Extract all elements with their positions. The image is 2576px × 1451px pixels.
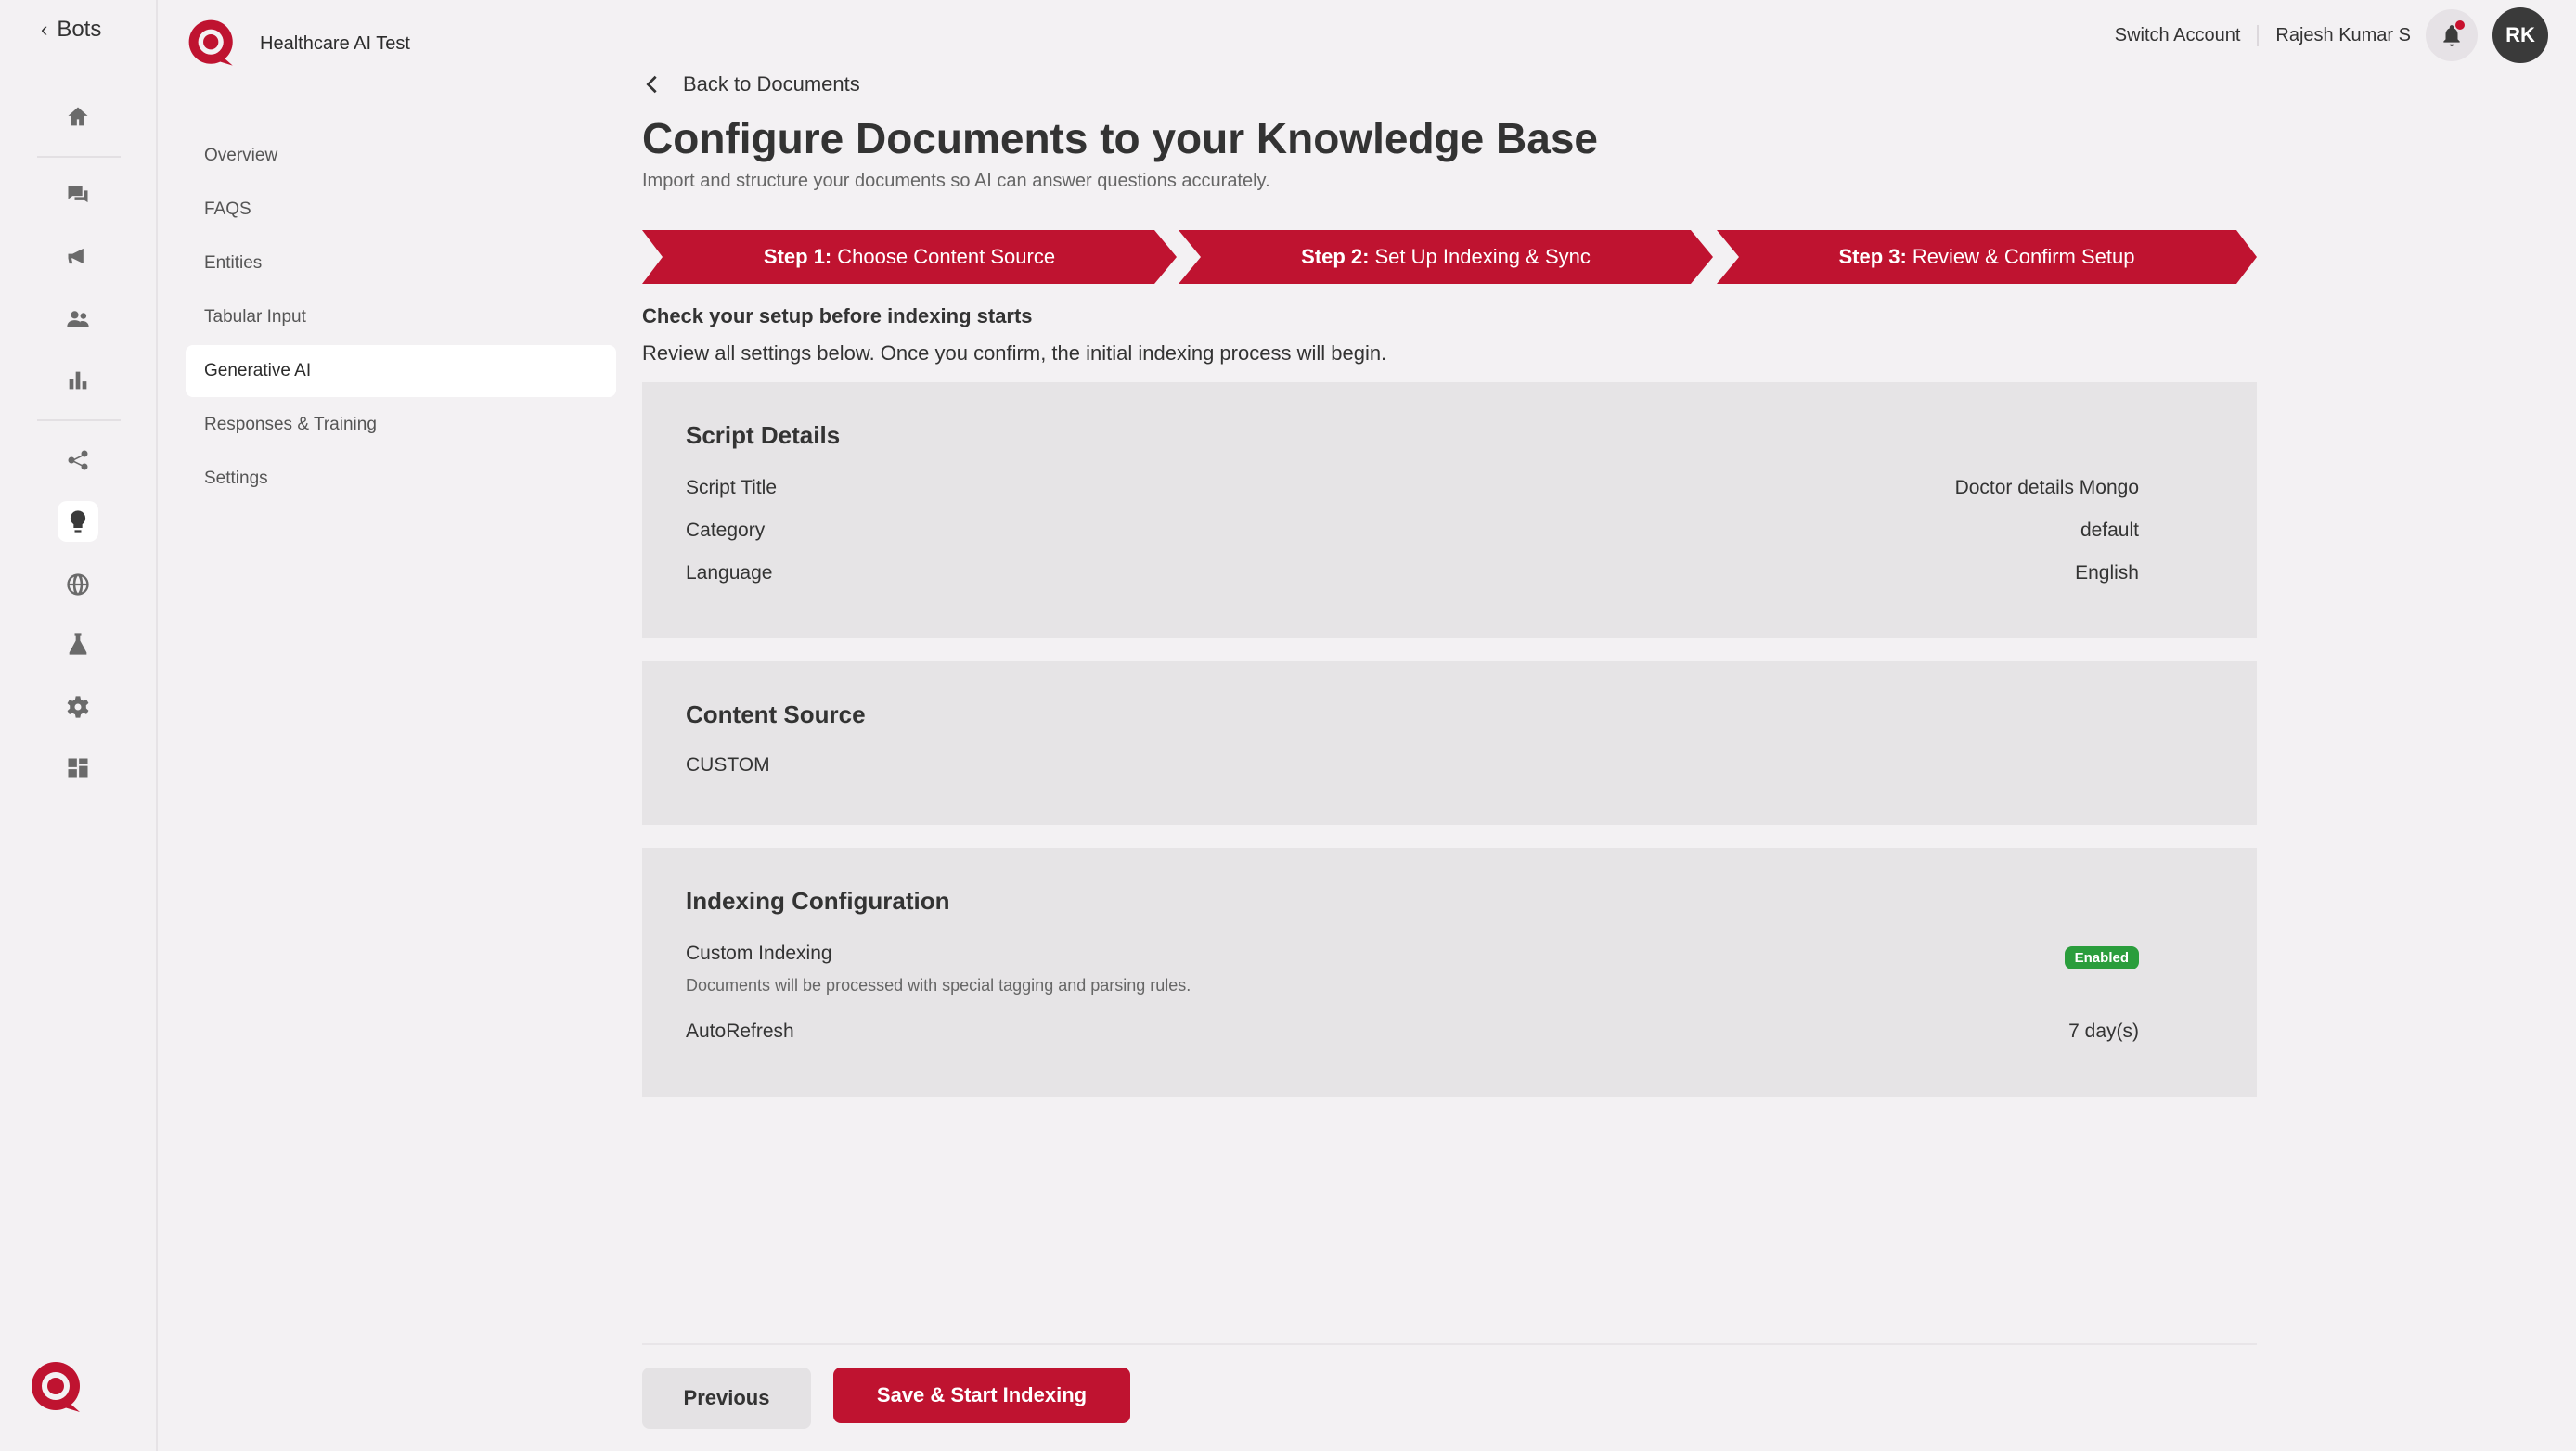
chevron-left-icon <box>646 75 657 94</box>
indexing-config-card: Indexing Configuration Custom Indexing E… <box>642 848 2257 1097</box>
step-2[interactable]: Step 2: Set Up Indexing & Sync <box>1179 230 1713 284</box>
custom-indexing-row: Custom Indexing Enabled <box>686 943 2139 969</box>
step-2-prefix: Step 2: <box>1301 245 1370 268</box>
icon-rail: ‹ Bots <box>0 0 158 1451</box>
subnav-item-settings[interactable]: Settings <box>186 453 616 505</box>
step-1-label: Choose Content Source <box>837 245 1056 268</box>
step-3-prefix: Step 3: <box>1838 245 1907 268</box>
subnav-item-generative-ai[interactable]: Generative AI <box>186 345 616 397</box>
content-source-value: CUSTOM <box>686 754 770 776</box>
detail-label: Script Title <box>686 477 778 498</box>
status-badge: Enabled <box>2064 946 2139 969</box>
subnav-item-faqs[interactable]: FAQS <box>186 184 616 236</box>
subnav-item-overview[interactable]: Overview <box>186 130 616 182</box>
subnav-item-tabular-input[interactable]: Tabular Input <box>186 291 616 343</box>
detail-row: Category default <box>686 520 2139 542</box>
dashboard-icon[interactable] <box>58 748 98 789</box>
notifications-button[interactable] <box>2426 9 2478 61</box>
back-to-documents-label: Back to Documents <box>683 72 860 96</box>
autorefresh-value: 7 day(s) <box>2068 1021 2139 1042</box>
custom-indexing-description: Documents will be processed with special… <box>686 976 1191 995</box>
flask-icon[interactable] <box>58 623 98 664</box>
back-to-bots-label: Bots <box>57 17 102 42</box>
detail-label: Language <box>686 562 773 584</box>
brand-header: Healthcare AI Test <box>186 17 410 71</box>
lightbulb-icon[interactable] <box>58 501 98 542</box>
custom-indexing-label: Custom Indexing <box>686 943 832 964</box>
secondary-nav: Overview FAQS Entities Tabular Input Gen… <box>186 130 616 507</box>
previous-button[interactable]: Previous <box>642 1368 811 1429</box>
megaphone-icon[interactable] <box>58 236 98 276</box>
card-title: Content Source <box>686 700 866 728</box>
subnav-item-responses-training[interactable]: Responses & Training <box>186 399 616 451</box>
detail-value: Doctor details Mongo <box>1954 477 2139 498</box>
detail-value: default <box>2080 520 2139 541</box>
autorefresh-label: AutoRefresh <box>686 1021 794 1042</box>
card-title: Script Details <box>686 421 841 449</box>
gear-icon[interactable] <box>58 687 98 727</box>
switch-account-link[interactable]: Switch Account <box>2115 24 2260 46</box>
flow-icon[interactable] <box>58 440 98 481</box>
detail-value: English <box>2075 562 2139 584</box>
autorefresh-row: AutoRefresh 7 day(s) <box>686 1021 2139 1043</box>
chat-icon[interactable] <box>58 174 98 215</box>
chevron-left-icon: ‹ <box>41 18 48 41</box>
step-1-prefix: Step 1: <box>763 245 832 268</box>
rail-divider <box>37 156 121 158</box>
step-3[interactable]: Step 3: Review & Confirm Setup <box>1717 230 2257 284</box>
review-heading: Check your setup before indexing starts <box>642 304 1033 327</box>
page-title: Configure Documents to your Knowledge Ba… <box>642 114 1598 162</box>
users-icon[interactable] <box>58 299 98 340</box>
step-1[interactable]: Step 1: Choose Content Source <box>642 230 1177 284</box>
bot-name: Healthcare AI Test <box>260 32 410 54</box>
subnav-item-entities[interactable]: Entities <box>186 238 616 289</box>
home-icon[interactable] <box>58 96 98 137</box>
bar-chart-icon[interactable] <box>58 360 98 401</box>
back-to-bots-link[interactable]: ‹ Bots <box>41 17 101 43</box>
step-3-label: Review & Confirm Setup <box>1912 245 2135 268</box>
review-subheading: Review all settings below. Once you conf… <box>642 341 1387 365</box>
content-source-card: Content Source CUSTOM <box>642 661 2257 825</box>
avatar[interactable]: RK <box>2492 7 2548 63</box>
detail-row: Language English <box>686 562 2139 584</box>
user-name: Rajesh Kumar S <box>2275 24 2411 45</box>
detail-label: Category <box>686 520 766 541</box>
page-subtitle: Import and structure your documents so A… <box>642 171 1270 191</box>
app-logo <box>32 1362 80 1412</box>
script-details-card: Script Details Script Title Doctor detai… <box>642 382 2257 638</box>
brand-logo <box>188 19 233 66</box>
globe-icon[interactable] <box>58 564 98 605</box>
rail-divider <box>37 419 121 421</box>
stepper: Step 1: Choose Content Source Step 2: Se… <box>642 230 2257 284</box>
detail-row: Script Title Doctor details Mongo <box>686 477 2139 499</box>
save-start-indexing-button[interactable]: Save & Start Indexing <box>833 1368 1130 1423</box>
footer-divider <box>642 1343 2257 1345</box>
card-title: Indexing Configuration <box>686 887 950 915</box>
notification-dot <box>2455 20 2465 30</box>
step-2-label: Set Up Indexing & Sync <box>1374 245 1591 268</box>
top-bar: Switch Account Rajesh Kumar S RK <box>2115 7 2548 63</box>
back-to-documents-link[interactable]: Back to Documents <box>642 72 860 96</box>
